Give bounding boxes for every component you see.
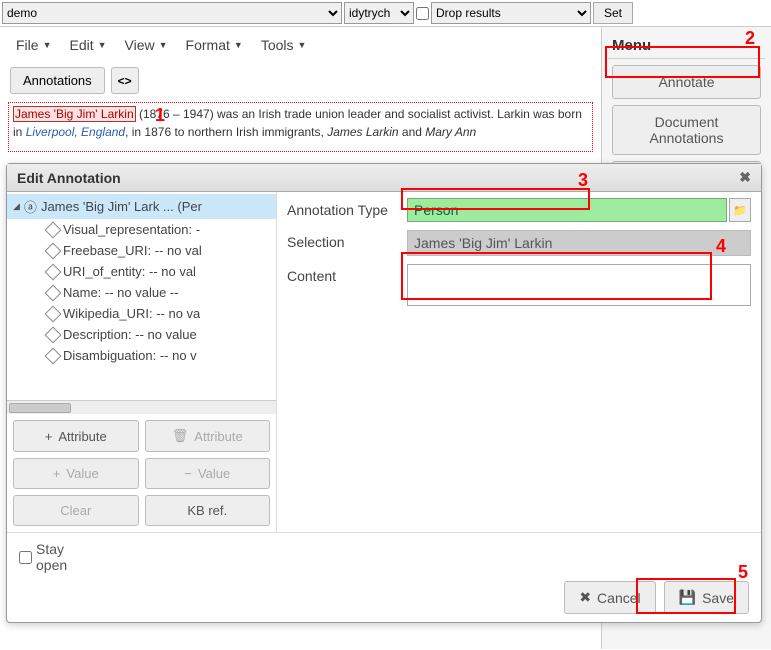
tree-item[interactable]: Description: -- no value [7, 324, 276, 345]
tree-item[interactable]: URI_of_entity: -- no val [7, 261, 276, 282]
link-liverpool[interactable]: Liverpool, England [26, 125, 125, 139]
tree-item[interactable]: Name: -- no value -- [7, 282, 276, 303]
code-icon-button[interactable]: <> [111, 67, 139, 94]
callout-4: 4 [716, 236, 726, 257]
horizontal-scrollbar[interactable] [7, 400, 276, 414]
sidebar-title: Menu [608, 33, 765, 59]
annotation-type-input[interactable] [407, 198, 727, 222]
dialog-footer: Stay open [7, 532, 761, 581]
chevron-down-icon: ▼ [234, 40, 243, 50]
dialog-title: Edit Annotation [17, 170, 121, 186]
tag-icon [45, 221, 62, 238]
attribute-tree: ◢ ⓐ James 'Big Jim' Lark ... (Per Visual… [7, 192, 277, 532]
tag-icon [45, 347, 62, 364]
content-label: Content [287, 264, 407, 284]
demo-select[interactable]: demo [2, 2, 342, 24]
collapse-icon[interactable]: ◢ [13, 201, 20, 212]
type-label: Annotation Type [287, 198, 407, 218]
tree-item[interactable]: Freebase_URI: -- no val [7, 240, 276, 261]
tree-item[interactable]: Visual_representation: - [7, 219, 276, 240]
callout-1: 1 [155, 105, 165, 126]
annotation-icon: ⓐ [24, 197, 37, 216]
toolbar: Annotations <> [0, 63, 601, 102]
highlighted-entity[interactable]: James 'Big Jim' Larkin [13, 106, 136, 122]
plus-icon: + [53, 466, 61, 481]
tag-icon [45, 326, 62, 343]
add-value-button[interactable]: +Value [13, 458, 139, 489]
selection-label: Selection [287, 230, 407, 250]
topbar: demo idytrych Drop results Set [0, 0, 771, 27]
tag-icon [45, 284, 62, 301]
callout-2: 2 [745, 28, 755, 49]
tag-icon [45, 263, 62, 280]
save-icon: 💾 [679, 589, 696, 606]
tag-icon [45, 305, 62, 322]
tree-item[interactable]: Wikipedia_URI: -- no va [7, 303, 276, 324]
dialog-titlebar[interactable]: Edit Annotation ✖ [7, 164, 761, 192]
callout-3: 3 [578, 170, 588, 191]
menu-edit[interactable]: Edit▼ [69, 37, 106, 53]
content-input[interactable] [407, 264, 751, 306]
stay-open-toggle[interactable]: Stay open [19, 541, 90, 573]
annotations-button[interactable]: Annotations [10, 67, 105, 94]
chevron-down-icon: ▼ [98, 40, 107, 50]
plus-icon: + [45, 429, 53, 444]
menubar: File▼ Edit▼ View▼ Format▼ Tools▼ [0, 27, 601, 63]
menu-format[interactable]: Format▼ [186, 37, 243, 53]
add-attribute-button[interactable]: +Attribute [13, 420, 139, 452]
chevron-down-icon: ▼ [43, 40, 52, 50]
annotation-form: Annotation Type 📁 Selection James 'Big J… [277, 192, 761, 532]
cancel-button[interactable]: ✖Cancel [564, 581, 655, 614]
menu-view[interactable]: View▼ [125, 37, 168, 53]
document-content[interactable]: James 'Big Jim' Larkin (1876 – 1947) was… [8, 102, 593, 152]
tree-root[interactable]: ◢ ⓐ James 'Big Jim' Lark ... (Per [7, 194, 276, 219]
edit-annotation-dialog: Edit Annotation ✖ ◢ ⓐ James 'Big Jim' La… [6, 163, 762, 623]
folder-icon[interactable]: 📁 [729, 198, 751, 222]
clear-button[interactable]: Clear [13, 495, 139, 526]
sidebar-item-annotate[interactable]: Annotate [612, 65, 761, 99]
save-button[interactable]: 💾Save [664, 581, 749, 614]
delete-attribute-button[interactable]: 🗑Attribute [145, 420, 271, 452]
set-button[interactable]: Set [593, 2, 633, 24]
minus-icon: − [184, 466, 192, 481]
user-select[interactable]: idytrych [344, 2, 414, 24]
callout-5: 5 [738, 562, 748, 583]
chevron-down-icon: ▼ [298, 40, 307, 50]
menu-file[interactable]: File▼ [16, 37, 51, 53]
close-icon[interactable]: ✖ [739, 169, 751, 186]
kb-ref-button[interactable]: KB ref. [145, 495, 271, 526]
tag-icon [45, 242, 62, 259]
trash-icon: 🗑 [172, 428, 189, 444]
stay-open-checkbox[interactable] [19, 551, 32, 564]
drop-checkbox[interactable] [416, 7, 429, 20]
sidebar-item-doc-annotations[interactable]: Document Annotations [612, 105, 761, 155]
delete-value-button[interactable]: −Value [145, 458, 271, 489]
tree-item[interactable]: Disambiguation: -- no v [7, 345, 276, 366]
x-icon: ✖ [579, 589, 591, 606]
menu-tools[interactable]: Tools▼ [261, 37, 307, 53]
selection-value: James 'Big Jim' Larkin [407, 230, 751, 256]
chevron-down-icon: ▼ [159, 40, 168, 50]
drop-select[interactable]: Drop results [431, 2, 591, 24]
